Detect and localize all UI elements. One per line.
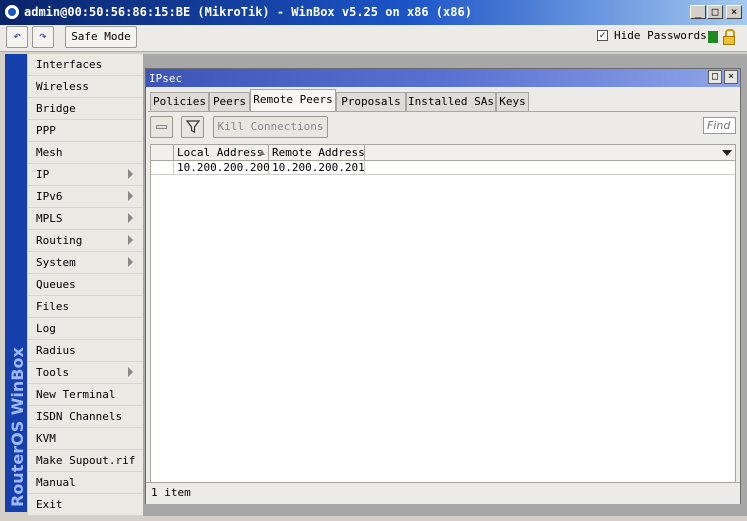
sidebar-item-label: KVM	[36, 432, 56, 445]
sidebar-item-mpls[interactable]: MPLS	[28, 208, 143, 230]
sidebar-item-interfaces[interactable]: Interfaces	[28, 54, 143, 76]
sidebar-item-label: Make Supout.rif	[36, 454, 136, 467]
sidebar-item-label: Bridge	[36, 102, 76, 115]
submenu-arrow-icon	[128, 235, 133, 245]
sidebar-item-mesh[interactable]: Mesh	[28, 142, 143, 164]
filter-button[interactable]	[181, 116, 204, 138]
ipsec-title: IPsec	[149, 72, 183, 85]
remove-button[interactable]	[150, 116, 173, 138]
row-filler	[365, 161, 735, 175]
sidebar-item-make-supout-rif[interactable]: Make Supout.rif	[28, 450, 143, 472]
sidebar-item-label: New Terminal	[36, 388, 116, 401]
sidebar-item-label: Mesh	[36, 146, 63, 159]
item-count: 1 item	[151, 486, 191, 499]
sidebar-item-bridge[interactable]: Bridge	[28, 98, 143, 120]
column-menu-icon[interactable]	[722, 150, 732, 156]
submenu-arrow-icon	[128, 213, 133, 223]
sidebar-item-kvm[interactable]: KVM	[28, 428, 143, 450]
brand-bar: RouterOS WinBox	[5, 54, 27, 512]
minimize-button[interactable]: _	[690, 5, 706, 19]
tab-peers[interactable]: Peers	[209, 92, 250, 111]
redo-button[interactable]: ↷	[32, 26, 54, 48]
tab-keys[interactable]: Keys	[496, 92, 529, 111]
ipsec-window: IPsec □ × Policies Peers Remote Peers Propo…	[145, 68, 741, 504]
sidebar-item-label: ISDN Channels	[36, 410, 123, 423]
submenu-arrow-icon	[128, 367, 133, 377]
safe-mode-button[interactable]: Safe Mode	[65, 26, 137, 48]
main-toolbar: ↶ ↷ Safe Mode ✓ Hide Passwords	[0, 25, 747, 52]
maximize-button[interactable]: □	[707, 5, 723, 19]
hide-passwords-label: Hide Passwords	[614, 29, 707, 42]
lock-icon	[722, 29, 736, 45]
cell-local-address: 10.200.200.200	[174, 161, 270, 175]
remove-icon	[156, 125, 167, 129]
sidebar-item-label: Interfaces	[36, 58, 103, 71]
sidebar-item-label: IPv6	[36, 190, 63, 203]
submenu-arrow-icon	[128, 191, 133, 201]
sidebar-item-label: Exit	[36, 498, 63, 511]
window-title: admin@00:50:56:86:15:BE (MikroTik) - Win…	[24, 5, 472, 19]
sidebar-item-label: Wireless	[36, 80, 89, 93]
sidebar-item-label: Manual	[36, 476, 76, 489]
remote-peers-panel: Kill Connections Local Address Remote Ad…	[148, 111, 738, 504]
sidebar-item-label: Radius	[36, 344, 76, 357]
header-filler	[365, 145, 735, 161]
find-input[interactable]	[703, 117, 736, 134]
window-title-bar: admin@00:50:56:86:15:BE (MikroTik) - Win…	[0, 0, 747, 25]
sidebar-item-wireless[interactable]: Wireless	[28, 76, 143, 98]
row-marker	[151, 161, 174, 175]
ipsec-title-bar[interactable]: IPsec □ ×	[146, 69, 740, 87]
brand-text: RouterOS WinBox	[8, 347, 27, 507]
sidebar-item-new-terminal[interactable]: New Terminal	[28, 384, 143, 406]
submenu-arrow-icon	[128, 169, 133, 179]
close-button[interactable]: ×	[726, 5, 742, 19]
undo-button[interactable]: ↶	[6, 26, 28, 48]
sidebar-item-label: MPLS	[36, 212, 63, 225]
hide-passwords-checkbox[interactable]: ✓	[597, 30, 608, 41]
sidebar-item-label: Routing	[36, 234, 83, 247]
sidebar-menu: Interfaces Wireless Bridge PPP Mesh IP IPv6 MPL…	[28, 54, 143, 516]
sidebar-item-ppp[interactable]: PPP	[28, 120, 143, 142]
ipsec-maximize-button[interactable]: □	[708, 70, 722, 84]
status-bar: 1 item	[146, 482, 740, 504]
sidebar-item-log[interactable]: Log	[28, 318, 143, 340]
sidebar-item-radius[interactable]: Radius	[28, 340, 143, 362]
sidebar-item-label: Tools	[36, 366, 70, 379]
undo-icon: ↶	[13, 29, 21, 44]
cell-remote-address: 10.200.200.201	[269, 161, 365, 175]
sidebar-item-label: IP	[36, 168, 50, 181]
remote-peers-table: Local Address Remote Address 10.200.200.…	[150, 144, 736, 484]
sidebar-item-label: System	[36, 256, 76, 269]
sidebar-item-isdn-channels[interactable]: ISDN Channels	[28, 406, 143, 428]
kill-connections-button[interactable]: Kill Connections	[213, 116, 328, 138]
sidebar-item-label: Files	[36, 300, 70, 313]
sidebar-item-manual[interactable]: Manual	[28, 472, 143, 494]
sidebar-item-label: Log	[36, 322, 56, 335]
sidebar-item-exit[interactable]: Exit	[28, 494, 143, 516]
tab-installed-sas[interactable]: Installed SAs	[406, 92, 496, 111]
row-marker-header	[151, 145, 174, 161]
column-header-local-address[interactable]: Local Address	[174, 145, 269, 161]
filter-icon	[186, 120, 200, 133]
connection-status-indicator	[708, 31, 718, 43]
sidebar-item-system[interactable]: System	[28, 252, 143, 274]
tab-policies[interactable]: Policies	[150, 92, 209, 111]
column-header-remote-address[interactable]: Remote Address	[269, 145, 365, 161]
sidebar-item-ip[interactable]: IP	[28, 164, 143, 186]
sidebar-item-label: PPP	[36, 124, 56, 137]
sidebar-item-ipv6[interactable]: IPv6	[28, 186, 143, 208]
winbox-app-icon	[5, 5, 19, 19]
sidebar-item-files[interactable]: Files	[28, 296, 143, 318]
sort-ascending-icon	[259, 150, 265, 155]
sidebar-item-label: Queues	[36, 278, 76, 291]
sidebar-item-routing[interactable]: Routing	[28, 230, 143, 252]
tab-proposals[interactable]: Proposals	[336, 92, 406, 111]
tab-remote-peers[interactable]: Remote Peers	[250, 89, 336, 111]
ipsec-close-button[interactable]: ×	[724, 70, 738, 84]
redo-icon: ↷	[39, 29, 47, 44]
submenu-arrow-icon	[128, 257, 133, 267]
sidebar-item-queues[interactable]: Queues	[28, 274, 143, 296]
sidebar-item-tools[interactable]: Tools	[28, 362, 143, 384]
